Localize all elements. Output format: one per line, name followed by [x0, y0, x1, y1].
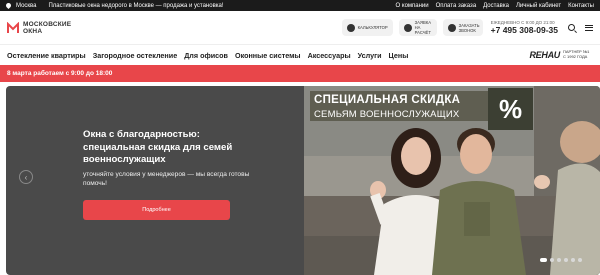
slider-dot[interactable]: [540, 258, 547, 262]
slider-dots: [540, 258, 582, 262]
logo-text-line2: ОКНА: [23, 27, 43, 35]
order-call-button[interactable]: ЗАКАЗАТЬ ЗВОНОК: [442, 19, 483, 36]
rehau-logo: REHAU: [529, 50, 560, 60]
main-nav: Остекление квартиры Загородное остеклени…: [0, 45, 600, 65]
request-estimate-button[interactable]: ЗАЯВКА НА РАСЧЁТ: [398, 19, 437, 36]
banner-line1: СПЕЦИАЛЬНАЯ СКИДКА: [314, 94, 461, 106]
slider-dot[interactable]: [571, 258, 575, 262]
site-header: МОСКОВСКИЕ ОКНА КАЛЬКУЛЯТОР ЗАЯВКА НА РА…: [0, 11, 600, 45]
slider-dot[interactable]: [564, 258, 568, 262]
request-estimate-label: ЗАЯВКА НА РАСЧЁТ: [414, 20, 432, 35]
slider-prev-button[interactable]: ‹: [19, 170, 33, 184]
banner-line2: СЕМЬЯМ ВОЕННОСЛУЖАЩИХ: [314, 109, 460, 120]
nav-item-window-systems[interactable]: Оконные системы: [235, 51, 301, 60]
top-link-account[interactable]: Личный кабинет: [516, 3, 561, 9]
nav-item-prices[interactable]: Цены: [389, 51, 409, 60]
logo-text-line1: МОСКОВСКИЕ: [23, 20, 72, 28]
percent-badge: %: [488, 88, 533, 130]
car-icon: [403, 23, 412, 32]
nav-item-offices[interactable]: Для офисов: [184, 51, 228, 60]
top-link-delivery[interactable]: Доставка: [483, 3, 509, 9]
search-icon[interactable]: [568, 24, 575, 31]
calculator-label: КАЛЬКУЛЯТОР: [357, 25, 388, 30]
partner-badge: REHAU ПАРТНЁР №1 С 1992 ГОДА: [529, 50, 593, 60]
hero-subtitle: уточняйте условия у менеджеров — мы всег…: [83, 171, 250, 187]
nav-item-apartment-glazing[interactable]: Остекление квартиры: [7, 51, 86, 60]
top-link-payment[interactable]: Оплата заказа: [436, 3, 477, 9]
promo-banner: СПЕЦИАЛЬНАЯ СКИДКА СЕМЬЯМ ВОЕННОСЛУЖАЩИХ: [310, 91, 488, 121]
logo[interactable]: МОСКОВСКИЕ ОКНА: [7, 21, 83, 35]
announcement-bar: 8 марта работаем с 9:00 до 18:00: [0, 65, 600, 82]
top-link-about[interactable]: О компании: [396, 3, 429, 9]
nav-item-services[interactable]: Услуги: [358, 51, 382, 60]
location-pin-icon: [4, 1, 13, 10]
slider-dot[interactable]: [578, 258, 582, 262]
partner-caption: ПАРТНЁР №1 С 1992 ГОДА: [563, 49, 590, 59]
top-bar: Москва Пластиковые окна недорого в Москв…: [0, 0, 600, 11]
top-link-contacts[interactable]: Контакты: [568, 3, 594, 9]
city-selector[interactable]: Москва: [16, 3, 36, 9]
slider-dot[interactable]: [557, 258, 561, 262]
details-button[interactable]: Подробнее: [83, 200, 230, 220]
nav-item-country-glazing[interactable]: Загородное остекление: [93, 51, 177, 60]
phone-number[interactable]: +7 495 308-09-35: [491, 25, 558, 35]
hero-text-panel: ‹ Окна с благодарностью: специальная ски…: [6, 86, 304, 275]
logo-m-icon: [7, 21, 19, 34]
order-call-label: ЗАКАЗАТЬ ЗВОНОК: [458, 22, 480, 33]
announcement-text: 8 марта работаем с 9:00 до 18:00: [7, 70, 113, 77]
hero-slider: ‹ Окна с благодарностью: специальная ски…: [6, 86, 600, 275]
nav-item-accessories[interactable]: Аксессуары: [308, 51, 351, 60]
calculator-icon: [346, 23, 355, 32]
menu-icon[interactable]: [585, 24, 593, 31]
calculator-button[interactable]: КАЛЬКУЛЯТОР: [341, 19, 393, 36]
chevron-left-icon: ‹: [24, 172, 28, 182]
slider-dot[interactable]: [550, 258, 554, 262]
hero-image: СПЕЦИАЛЬНАЯ СКИДКА СЕМЬЯМ ВОЕННОСЛУЖАЩИХ…: [304, 86, 600, 275]
hero-title: Окна с благодарностью: специальная скидк…: [83, 129, 233, 165]
phone-icon: [447, 23, 456, 32]
promo-text: Пластиковые окна недорого в Москве — про…: [48, 2, 224, 9]
